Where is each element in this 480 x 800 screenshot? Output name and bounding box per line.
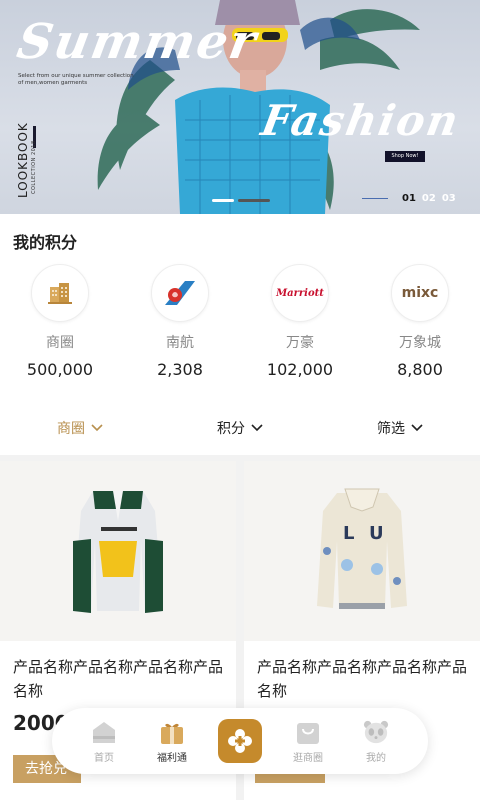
pager-line <box>362 198 388 199</box>
carousel-dot <box>238 199 270 202</box>
filter-screen[interactable]: 筛选 <box>320 414 480 442</box>
point-item-wanxiangcheng[interactable]: mixc 万象城 8,800 <box>360 264 480 379</box>
tab-label: 福利通 <box>157 752 187 764</box>
point-name: 万豪 <box>286 335 314 351</box>
chevron-down-icon <box>411 424 423 432</box>
gift-icon <box>159 719 185 745</box>
chevron-down-icon <box>251 424 263 432</box>
mixc-logo-text: mixc <box>401 285 439 301</box>
point-value: 2,308 <box>157 360 203 379</box>
building-icon <box>31 264 89 322</box>
carousel-dot-active <box>212 199 234 202</box>
shopping-bag-icon <box>295 719 321 745</box>
point-value: 500,000 <box>26 360 94 379</box>
banner-pager: 01 02 03 <box>362 193 456 204</box>
promo-banner[interactable]: Summer Select from our unique summer col… <box>0 0 480 214</box>
pager-page-2[interactable]: 02 <box>422 193 436 204</box>
point-name: 万象城 <box>399 335 441 351</box>
shop-now-button[interactable]: Shop Now! <box>385 151 425 162</box>
tab-guang-shangquan[interactable]: 逛商圈 <box>278 719 338 764</box>
point-item-wanhao[interactable]: Marriott 万豪 102,000 <box>240 264 360 379</box>
marriott-logo-icon: Marriott <box>271 264 329 322</box>
tab-fulitong[interactable]: 福利通 <box>142 719 202 764</box>
filter-label: 积分 <box>217 421 245 437</box>
banner-title-fashion: Fashion <box>257 96 464 145</box>
filter-bar: 商圈 积分 筛选 <box>0 414 480 442</box>
bottom-tab-bar: 首页 福利通 逛商圈 我的 <box>52 708 428 774</box>
center-action-icon <box>218 719 262 763</box>
tab-label: 首页 <box>94 752 114 764</box>
product-image: L U <box>244 461 480 641</box>
product-name: 产品名称产品名称产品名称产品名称 <box>13 658 224 700</box>
tab-center-action[interactable] <box>210 719 270 763</box>
tab-mine[interactable]: 我的 <box>346 719 406 764</box>
filter-label: 商圈 <box>57 421 85 437</box>
pager-page-3[interactable]: 03 <box>442 193 456 204</box>
banner-collection-label: COLLECTION 2018 <box>31 140 37 194</box>
home-icon <box>91 719 117 745</box>
chevron-down-icon <box>91 424 103 432</box>
filter-shangquan[interactable]: 商圈 <box>0 414 160 442</box>
filter-points[interactable]: 积分 <box>160 414 320 442</box>
filter-label: 筛选 <box>377 421 405 437</box>
tab-label: 逛商圈 <box>293 752 323 764</box>
point-name: 商圈 <box>46 335 74 351</box>
the-mixc-logo-icon: mixc <box>391 264 449 322</box>
product-image <box>0 461 236 641</box>
marriott-logo-text: Marriott <box>276 287 324 299</box>
pager-page-1[interactable]: 01 <box>402 193 416 204</box>
svg-text:U: U <box>369 523 384 544</box>
point-item-nanhang[interactable]: 南航 2,308 <box>120 264 240 379</box>
point-value: 8,800 <box>397 360 443 379</box>
banner-title-summer: Summer <box>13 14 262 70</box>
product-name: 产品名称产品名称产品名称产品名称 <box>257 658 468 700</box>
point-name: 南航 <box>166 335 194 351</box>
points-section-title: 我的积分 <box>13 233 78 252</box>
points-list: 商圈 500,000 南航 2,308 Marriott 万豪 102,000 … <box>0 264 480 379</box>
tab-label: 我的 <box>366 752 386 764</box>
banner-tagline: Select from our unique summer collection… <box>18 73 134 86</box>
carousel-indicator <box>212 199 270 202</box>
point-value: 102,000 <box>266 360 334 379</box>
banner-lookbook-label: LOOKBOOK <box>16 122 30 198</box>
point-item-shangquan[interactable]: 商圈 500,000 <box>0 264 120 379</box>
tab-home[interactable]: 首页 <box>74 719 134 764</box>
svg-text:L: L <box>343 523 354 544</box>
china-southern-logo-icon <box>151 264 209 322</box>
panda-icon <box>363 719 389 745</box>
